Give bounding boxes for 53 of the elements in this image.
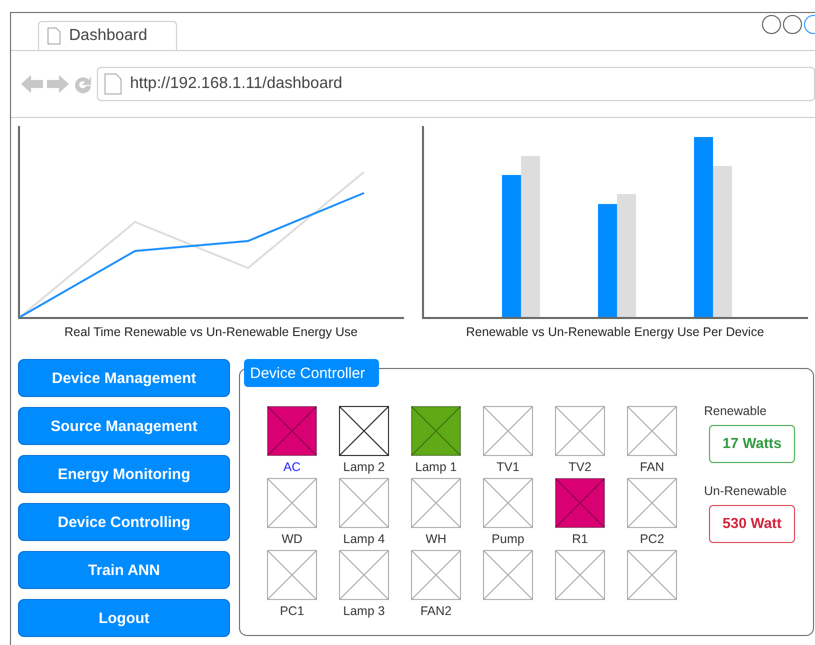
device-label: Lamp 1 [415,460,457,474]
device-label: WD [282,532,302,546]
device-tile[interactable] [339,550,389,600]
device-label: TV1 [496,460,520,474]
device-tile[interactable] [627,406,677,456]
device-tile[interactable] [267,550,317,600]
device-tile[interactable] [411,550,461,600]
device-tile[interactable] [483,478,533,528]
menu-button[interactable]: Logout [18,599,230,637]
page-icon [47,26,61,44]
device-label: Lamp 4 [343,532,385,546]
window-control-icon[interactable] [762,15,781,34]
device-label: Pump [492,532,524,546]
device-tile[interactable] [411,478,461,528]
device-label: R1 [572,532,588,546]
reload-icon[interactable] [73,74,93,94]
device-tile[interactable] [555,406,605,456]
back-icon[interactable] [21,74,43,94]
window-control-icon[interactable] [783,15,802,34]
reading-label: Un-Renewable [704,484,788,498]
device-label: WH [426,532,446,546]
forward-icon[interactable] [47,74,69,94]
device-tile[interactable] [483,550,533,600]
chart-caption: Real Time Renewable vs Un-Renewable Energy Use [64,325,358,339]
device-label: Lamp 3 [343,604,385,618]
reading-label: Renewable [704,404,768,418]
chart-caption: Renewable vs Un-Renewable Energy Use Per Device [466,325,764,339]
device-label: FAN [640,460,664,474]
device-label[interactable]: AC [283,460,301,474]
device-label: PC1 [280,604,304,618]
menu-button[interactable]: Device Controlling [18,503,230,541]
menu-button[interactable]: Train ANN [18,551,230,589]
panel-title: Device Controller [244,359,380,387]
menu-button[interactable]: Energy Monitoring [18,455,230,493]
device-tile[interactable] [339,478,389,528]
menu-button[interactable]: Device Management [18,359,230,397]
menu-button[interactable]: Source Management [18,407,230,445]
page-icon [104,73,122,95]
device-tile[interactable] [555,550,605,600]
device-tile[interactable] [627,550,677,600]
device-tile[interactable] [267,478,317,528]
device-label: Lamp 2 [343,460,385,474]
device-tile[interactable] [627,478,677,528]
device-tile[interactable] [339,406,389,456]
address-bar[interactable]: http://192.168.1.11/dashboard [97,67,815,101]
device-label: TV2 [568,460,592,474]
url-text: http://192.168.1.11/dashboard [130,75,342,93]
browser-tab[interactable]: Dashboard [38,21,177,50]
reading-value: 530 Watt [709,505,795,543]
reading-value: 17 Watts [709,425,795,463]
device-tile[interactable] [483,406,533,456]
device-label: PC2 [640,532,664,546]
device-label: FAN2 [420,604,452,618]
